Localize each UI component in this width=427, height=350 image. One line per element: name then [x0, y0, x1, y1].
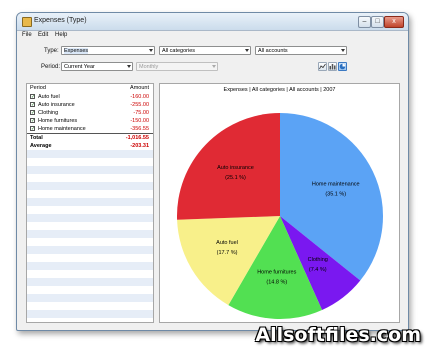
- menu-bar: File Edit Help: [17, 31, 408, 41]
- average-value: -203.31: [130, 143, 149, 149]
- row-amount: -75.00: [133, 110, 149, 116]
- slice-label: Auto insurance: [217, 165, 254, 171]
- line-chart-button[interactable]: [318, 62, 327, 71]
- pie-chart: Home maintenance (35.1 %) Clothing (7.4 %) H…: [177, 113, 383, 319]
- app-icon: [22, 17, 32, 27]
- type-select-value: Expenses: [64, 48, 89, 54]
- table-row[interactable]: ✓ Auto insurance -255.00: [27, 101, 153, 109]
- empty-row-stripe: [27, 246, 153, 254]
- row-checkbox[interactable]: ✓: [30, 110, 35, 116]
- empty-row-stripe: [27, 230, 153, 238]
- slice-percent: (7.4 %): [309, 267, 327, 273]
- app-window: Expenses (Type) – □ x File Edit Help Typ…: [16, 12, 409, 331]
- row-amount: -356.55: [130, 126, 149, 132]
- chevron-down-icon: [149, 49, 153, 52]
- pie-chart-button[interactable]: [338, 62, 347, 71]
- column-header-period: Period: [30, 85, 46, 91]
- slice-percent: (17.7 %): [217, 250, 238, 256]
- average-label: Average: [30, 143, 52, 149]
- period-label: Period:: [41, 64, 61, 70]
- empty-row-stripe: [27, 262, 153, 270]
- slice-label: Home maintenance: [312, 181, 360, 187]
- bar-chart-icon: [329, 64, 336, 70]
- slice-label: Home furnitures: [257, 270, 296, 276]
- table-header: Period Amount: [27, 84, 153, 92]
- bar-chart-button[interactable]: [328, 62, 337, 71]
- type-label: Type:: [44, 48, 59, 54]
- watermark: Allsoftfiles.com: [255, 324, 421, 346]
- row-name: Auto insurance: [38, 102, 75, 108]
- table-row[interactable]: ✓ Home maintenance -356.55: [27, 125, 153, 133]
- total-row: Total -1,016.55: [27, 134, 153, 142]
- title-bar: Expenses (Type) – □ x: [17, 13, 408, 31]
- category-select[interactable]: All categories: [159, 46, 251, 55]
- accounts-select-value: All accounts: [258, 48, 288, 54]
- row-checkbox[interactable]: ✓: [30, 126, 35, 132]
- maximize-button[interactable]: □: [371, 16, 384, 28]
- accounts-select[interactable]: All accounts: [255, 46, 347, 55]
- chevron-down-icon: [341, 49, 345, 52]
- minimize-button[interactable]: –: [358, 16, 371, 28]
- empty-row-stripe: [27, 166, 153, 174]
- row-name: Clothing: [38, 110, 59, 116]
- chevron-down-icon: [245, 49, 249, 52]
- row-name: Home furnitures: [38, 118, 78, 124]
- chevron-down-icon: [212, 65, 216, 68]
- row-name: Auto fuel: [38, 94, 60, 100]
- row-amount: -255.00: [130, 102, 149, 108]
- slice-percent: (14.8 %): [266, 280, 287, 286]
- line-chart-icon: [319, 63, 326, 70]
- table-row[interactable]: ✓ Home furnitures -150.00: [27, 117, 153, 125]
- slice-percent: (25.1 %): [225, 175, 246, 181]
- close-button[interactable]: x: [384, 16, 404, 28]
- slice-label: Clothing: [308, 257, 328, 263]
- expense-table: Period Amount ✓ Auto fuel -160.00 ✓ Auto…: [26, 83, 154, 323]
- slice-label: Auto fuel: [216, 240, 238, 246]
- table-row[interactable]: ✓ Clothing -75.00: [27, 109, 153, 117]
- column-header-amount: Amount: [130, 85, 149, 91]
- total-value: -1,016.55: [125, 135, 149, 141]
- interval-select-value: Monthly: [139, 64, 159, 70]
- chevron-down-icon: [127, 65, 131, 68]
- empty-row-stripe: [27, 294, 153, 302]
- row-name: Home maintenance: [38, 126, 86, 132]
- row-checkbox[interactable]: ✓: [30, 94, 35, 100]
- row-checkbox[interactable]: ✓: [30, 102, 35, 108]
- chart-panel: Expenses | All categories | All accounts…: [159, 83, 400, 323]
- table-row[interactable]: ✓ Auto fuel -160.00: [27, 93, 153, 101]
- empty-row-stripe: [27, 278, 153, 286]
- menu-file[interactable]: File: [22, 32, 32, 38]
- menu-edit[interactable]: Edit: [38, 32, 48, 38]
- total-label: Total: [30, 135, 43, 141]
- empty-row-stripe: [27, 150, 153, 158]
- interval-select[interactable]: Monthly: [136, 62, 218, 71]
- row-amount: -160.00: [130, 94, 149, 100]
- period-select[interactable]: Current Year: [61, 62, 133, 71]
- empty-row-stripe: [27, 310, 153, 318]
- period-select-value: Current Year: [64, 64, 95, 70]
- type-select[interactable]: Expenses: [61, 46, 155, 55]
- category-select-value: All categories: [162, 48, 196, 54]
- pie-chart-icon: [339, 63, 346, 70]
- menu-help[interactable]: Help: [55, 32, 67, 38]
- empty-row-stripe: [27, 198, 153, 206]
- window-title: Expenses (Type): [34, 17, 87, 24]
- row-amount: -150.00: [130, 118, 149, 124]
- empty-row-stripe: [27, 214, 153, 222]
- slice-percent: (35.1 %): [325, 191, 346, 197]
- row-checkbox[interactable]: ✓: [30, 118, 35, 124]
- empty-row-stripe: [27, 182, 153, 190]
- average-row: Average -203.31: [27, 142, 153, 150]
